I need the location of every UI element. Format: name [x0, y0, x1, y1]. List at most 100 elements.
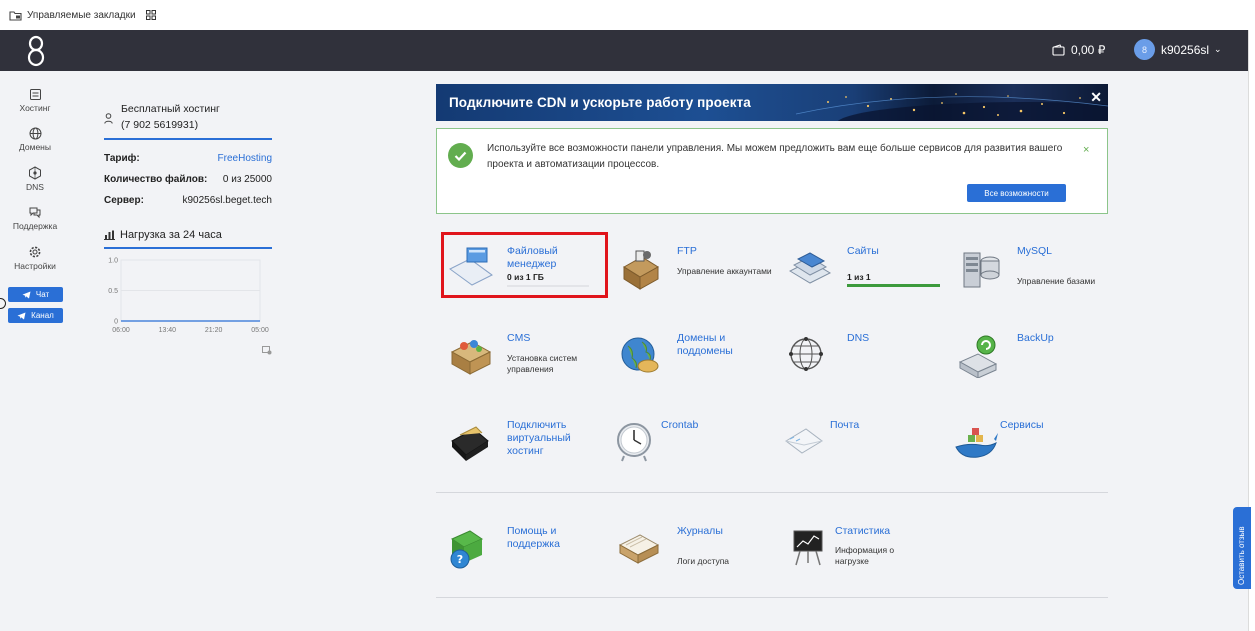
usage-progress	[847, 284, 940, 287]
svg-text:?: ?	[457, 553, 463, 566]
whale-icon	[955, 428, 998, 458]
chat-button[interactable]: Чат	[8, 287, 63, 302]
network-icon	[29, 166, 41, 180]
service-services[interactable]: Сервисы	[954, 419, 1114, 489]
user-icon	[104, 113, 113, 124]
rail-item-label: Поддержка	[12, 221, 58, 231]
managed-bookmarks-label: Управляемые закладки	[27, 9, 136, 21]
chart-x-tick-label: 21:20	[205, 327, 223, 334]
files-count-row: Количество файлов: 0 из 25000	[104, 169, 272, 190]
rail-item-domains[interactable]: Домены	[0, 127, 70, 152]
files-count-value: 0 из 25000	[222, 173, 272, 185]
chart-y-tick-label: 1.0	[108, 258, 118, 265]
rail-item-label: DNS	[26, 182, 44, 192]
channel-button[interactable]: Канал	[8, 308, 63, 323]
top-navigation: 0,00 ₽ 8 k90256sl ⌄	[0, 30, 1248, 71]
service-subtitle: Логи доступа	[677, 556, 730, 566]
balance[interactable]: 0,00 ₽	[1052, 43, 1105, 57]
tariff-row: Тариф: FreeHosting	[104, 148, 272, 169]
service-name: Сайты	[847, 245, 879, 257]
service-name: Файловый менеджер	[507, 245, 558, 270]
service-crontab[interactable]: Crontab	[614, 419, 774, 489]
logs-icon	[618, 534, 660, 564]
service-name: Домены и поддомены	[677, 332, 733, 357]
service-mysql[interactable]: MySQL Управление базами	[958, 245, 1118, 315]
rail-item-label: Домены	[19, 142, 51, 152]
server-icon	[29, 89, 41, 100]
service-subtitle: Информация о нагрузке	[835, 545, 895, 566]
feedback-label: Оставить отзыв	[1237, 526, 1246, 585]
section-divider	[436, 597, 1108, 598]
banner-text: Подключите CDN и ускорьте работу проекта	[449, 95, 751, 110]
service-dns[interactable]: DNS	[788, 332, 948, 402]
all-features-button[interactable]: Все возможности	[967, 184, 1066, 202]
mouse-cursor	[0, 298, 6, 309]
server-value: k90256sl.beget.tech	[182, 194, 272, 206]
check-icon	[448, 143, 473, 168]
feedback-tab[interactable]: Оставить отзыв	[1233, 507, 1251, 589]
service-mail[interactable]: Почта	[784, 419, 944, 489]
service-subtitle: Управление базами	[1017, 276, 1096, 286]
load-title-text: Нагрузка за 24 часа	[120, 229, 222, 241]
service-statistics[interactable]: Статистика Информация о нагрузке	[788, 525, 948, 595]
service-domains[interactable]: Домены и поддомены	[618, 332, 778, 402]
service-cms[interactable]: CMS Установка систем управления	[448, 332, 608, 402]
tariff-link[interactable]: FreeHosting	[218, 153, 272, 164]
service-name: MySQL	[1017, 245, 1053, 257]
rail-item-dns[interactable]: DNS	[0, 166, 70, 192]
server-row: Сервер: k90256sl.beget.tech	[104, 190, 272, 211]
service-backup[interactable]: BackUp	[958, 332, 1118, 402]
managed-bookmarks-folder[interactable]: Управляемые закладки	[9, 10, 136, 21]
rail-item-label: Настройки	[14, 261, 56, 271]
service-help[interactable]: ? Помощь и поддержка	[448, 525, 608, 595]
divider	[104, 138, 272, 140]
service-name: Статистика	[835, 525, 891, 537]
mysql-icon	[963, 252, 1000, 288]
service-name: FTP	[677, 245, 697, 257]
usage-progress-fill	[847, 284, 940, 287]
features-notice: Используйте все возможности панели управ…	[436, 128, 1108, 214]
clock-icon	[617, 423, 651, 462]
service-virtual-hosting[interactable]: Подключить виртуальный хостинг	[448, 419, 608, 489]
chart-settings-icon[interactable]	[262, 346, 272, 355]
service-logs[interactable]: Журналы Логи доступа	[618, 525, 778, 595]
mail-icon	[785, 428, 823, 454]
chart-y-tick-label: 0	[114, 319, 118, 326]
service-name: Подключить виртуальный хостинг	[507, 419, 571, 457]
ftp-icon	[623, 250, 659, 290]
service-name: BackUp	[1017, 332, 1054, 344]
chat-button-label: Чат	[35, 290, 50, 299]
cdn-banner[interactable]: Подключите CDN и ускорьте работу проекта…	[436, 84, 1108, 121]
balance-amount: 0,00 ₽	[1071, 43, 1106, 57]
folder-icon	[9, 10, 22, 21]
files-count-label: Количество файлов:	[104, 173, 208, 185]
user-menu[interactable]: 8 k90256sl ⌄	[1134, 39, 1222, 60]
service-ftp[interactable]: FTP Управление аккаунтами	[618, 245, 778, 315]
apps-grid-button[interactable]	[145, 10, 156, 20]
bookmarks-bar: Управляемые закладки	[0, 0, 1255, 31]
banner-close-button[interactable]: ✕	[1090, 89, 1102, 106]
notice-close-button[interactable]: ×	[1083, 144, 1089, 156]
globe-icon	[29, 127, 41, 140]
rail-item-hosting[interactable]: Хостинг	[0, 88, 70, 113]
rail-item-settings[interactable]: Настройки	[0, 245, 70, 271]
beget-logo[interactable]	[26, 35, 46, 67]
server-label: Сервер:	[104, 194, 144, 206]
wallet-icon	[1052, 44, 1065, 56]
telegram-icon	[17, 312, 26, 319]
rail-item-support[interactable]: Поддержка	[0, 206, 70, 231]
cms-icon	[450, 340, 492, 375]
divider	[104, 247, 272, 249]
service-name: Crontab	[661, 419, 699, 431]
phone-number: (7 902 5619931)	[121, 119, 199, 131]
service-usage: 0 из 1 ГБ	[507, 272, 544, 282]
service-file-manager[interactable]: Файловый менеджер 0 из 1 ГБ	[448, 245, 608, 315]
service-name: Помощь и поддержка	[507, 525, 560, 550]
section-divider	[436, 492, 1108, 493]
usage-progress	[507, 285, 589, 287]
sites-icon	[788, 252, 832, 284]
load-title: Нагрузка за 24 часа	[104, 229, 272, 241]
service-name: Журналы	[677, 525, 723, 537]
service-sites[interactable]: Сайты 1 из 1	[788, 245, 948, 315]
dns-icon	[789, 337, 823, 371]
